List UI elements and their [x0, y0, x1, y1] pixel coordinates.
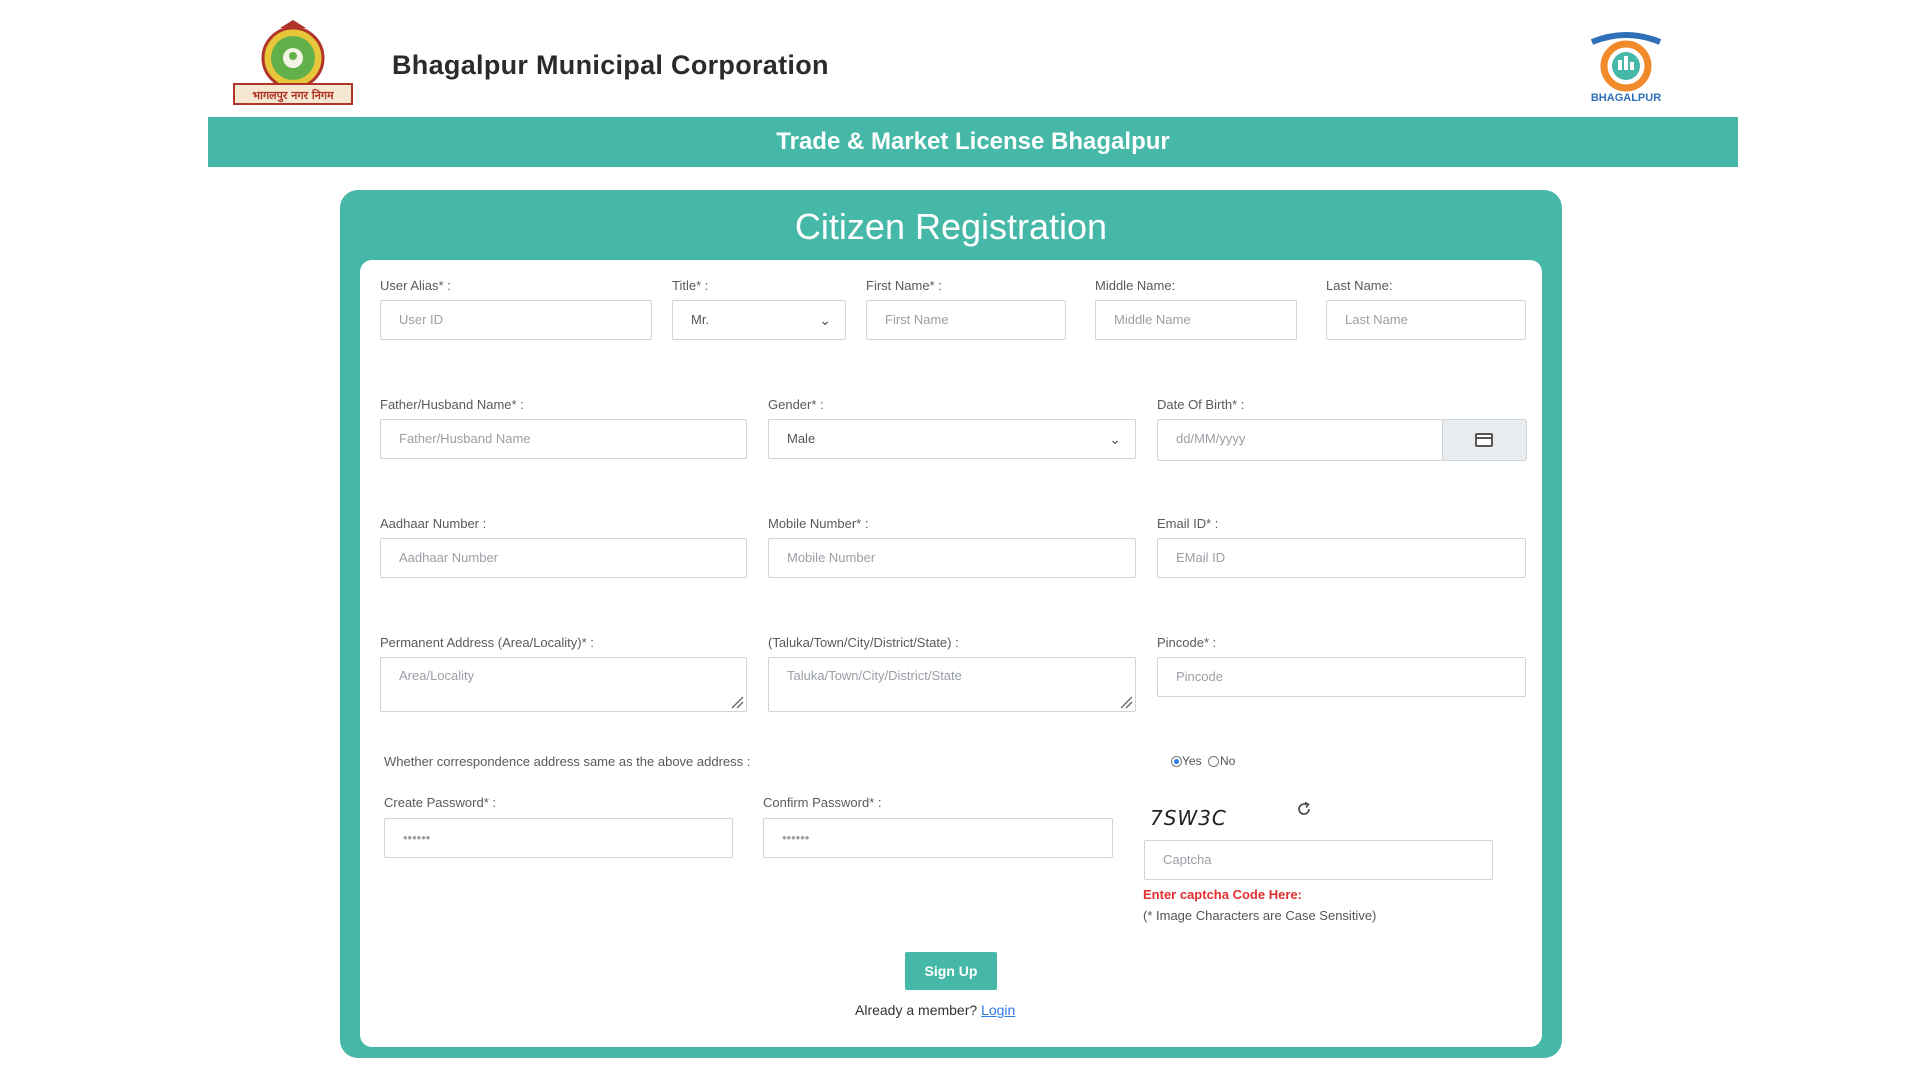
taluka-textarea[interactable]: Taluka/Town/City/District/State [768, 657, 1136, 712]
correspondence-no-label: No [1220, 754, 1236, 768]
form-title: Citizen Registration [794, 206, 1108, 247]
title-select[interactable]: Mr. ⌄ [672, 300, 846, 340]
title-selected-value: Mr. [691, 312, 710, 327]
member-text: Already a member? [855, 1002, 978, 1018]
organization-name: Bhagalpur Municipal Corporation [392, 50, 829, 80]
captcha-input[interactable]: Captcha [1144, 840, 1493, 880]
permanent-address-placeholder: Area/Locality [399, 668, 475, 683]
middle-name-input[interactable]: Middle Name [1095, 300, 1297, 340]
gender-selected-value: Male [787, 431, 816, 446]
permanent-address-textarea[interactable]: Area/Locality [380, 657, 747, 712]
refresh-icon[interactable] [1295, 800, 1313, 818]
login-prompt: Already a member? Login [855, 1002, 1015, 1018]
gender-select[interactable]: Male ⌄ [768, 419, 1136, 459]
resize-handle-icon[interactable] [730, 695, 744, 709]
registration-form: User Alias* : User ID Title* : Mr. ⌄ Fir… [360, 260, 1542, 1047]
svg-text:भागलपुर नगर निगम: भागलपुर नगर निगम [252, 88, 334, 103]
chevron-down-icon: ⌄ [819, 312, 831, 328]
calendar-icon [1475, 433, 1493, 447]
dob-label: Date Of Birth* : [1157, 397, 1245, 412]
correspondence-yes-radio[interactable] [1171, 756, 1182, 767]
last-name-input[interactable]: Last Name [1326, 300, 1526, 340]
create-password-label: Create Password* : [384, 795, 496, 810]
gender-label: Gender* : [768, 397, 824, 412]
pincode-input[interactable]: Pincode [1157, 657, 1526, 697]
mobile-input[interactable]: Mobile Number [768, 538, 1136, 578]
municipal-emblem-logo: भागलपुर नगर निगम [233, 20, 353, 105]
captcha-hint: Enter captcha Code Here: [1143, 887, 1302, 902]
first-name-label: First Name* : [866, 278, 942, 293]
taluka-label: (Taluka/Town/City/District/State) : [768, 635, 959, 650]
user-alias-label: User Alias* : [380, 278, 451, 293]
mobile-label: Mobile Number* : [768, 516, 869, 531]
login-link[interactable]: Login [981, 1002, 1015, 1018]
taluka-placeholder: Taluka/Town/City/District/State [787, 668, 962, 683]
svg-text:BHAGALPUR: BHAGALPUR [1591, 92, 1661, 104]
page-header: भागलपुर नगर निगम Bhagalpur Municipal Cor… [0, 0, 1920, 117]
correspondence-question: Whether correspondence address same as t… [384, 754, 751, 769]
resize-handle-icon[interactable] [1119, 695, 1133, 709]
correspondence-no-radio[interactable] [1208, 756, 1219, 767]
aadhaar-input[interactable]: Aadhaar Number [380, 538, 747, 578]
chevron-down-icon: ⌄ [1109, 431, 1121, 447]
email-input[interactable]: EMail ID [1157, 538, 1526, 578]
confirm-password-label: Confirm Password* : [763, 795, 882, 810]
registration-card: Citizen Registration User Alias* : User … [340, 190, 1562, 1058]
confirm-password-input[interactable]: •••••• [763, 818, 1113, 858]
pincode-label: Pincode* : [1157, 635, 1217, 650]
father-name-input[interactable]: Father/Husband Name [380, 419, 747, 459]
last-name-label: Last Name: [1326, 278, 1393, 293]
title-label: Title* : [672, 278, 709, 293]
dob-input[interactable]: dd/MM/yyyy [1157, 419, 1443, 461]
permanent-address-label: Permanent Address (Area/Locality)* : [380, 635, 594, 650]
calendar-button[interactable] [1443, 419, 1527, 461]
create-password-input[interactable]: •••••• [384, 818, 733, 858]
captcha-note: (* Image Characters are Case Sensitive) [1143, 908, 1377, 923]
captcha-image: 7SW3C [1150, 806, 1227, 830]
user-alias-input[interactable]: User ID [380, 300, 652, 340]
first-name-input[interactable]: First Name [866, 300, 1066, 340]
aadhaar-label: Aadhaar Number : [380, 516, 487, 531]
bhagalpur-city-logo: BHAGALPUR [1590, 32, 1661, 104]
sign-up-button[interactable]: Sign Up [905, 952, 997, 990]
correspondence-yes-label: Yes [1182, 754, 1202, 768]
app-banner: Trade & Market License Bhagalpur [208, 117, 1738, 167]
father-name-label: Father/Husband Name* : [380, 397, 524, 412]
middle-name-label: Middle Name: [1095, 278, 1176, 293]
email-label: Email ID* : [1157, 516, 1219, 531]
